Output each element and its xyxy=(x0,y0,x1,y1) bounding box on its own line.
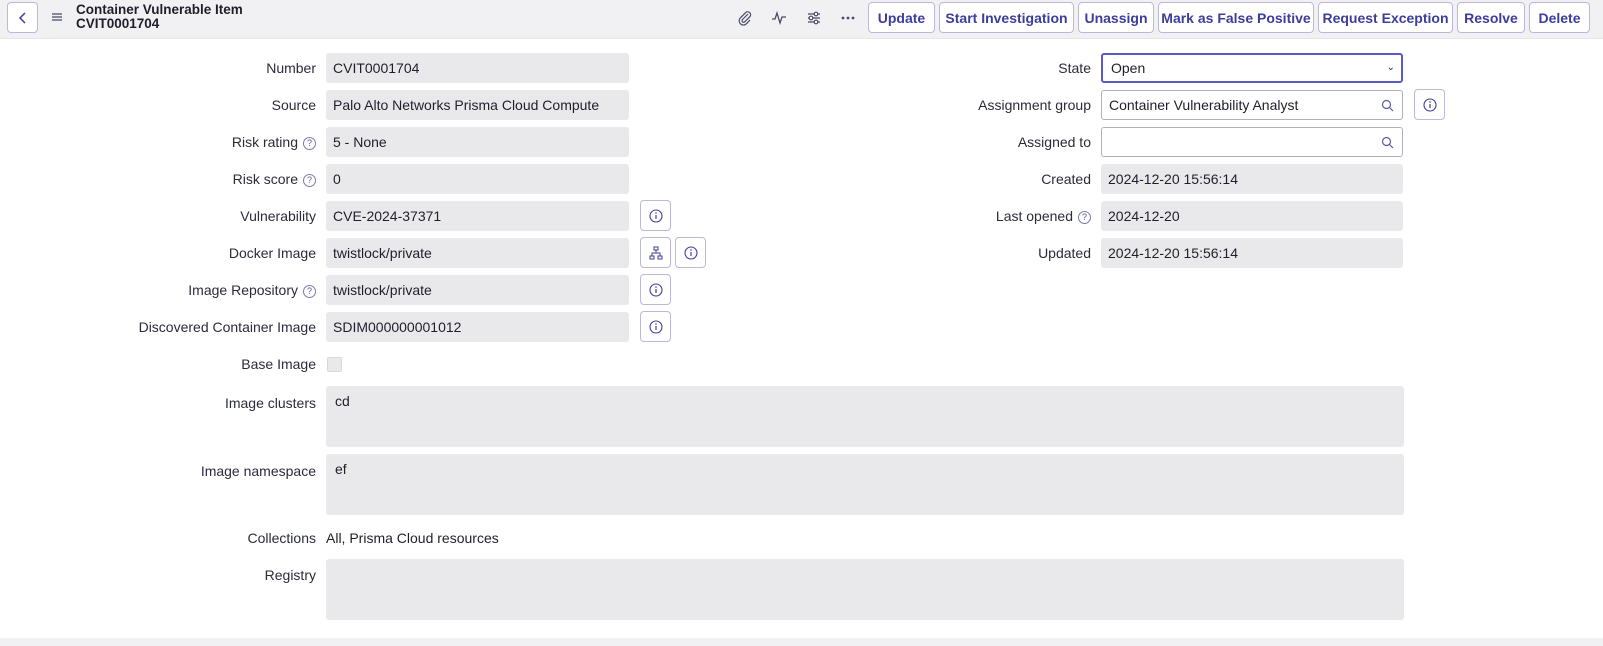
discovered-container-image-field[interactable]: SDIM000000001012 xyxy=(326,312,629,342)
image-repository-field[interactable]: twistlock/private xyxy=(326,275,629,305)
chevron-down-icon: ⌄ xyxy=(1386,62,1395,73)
risk-rating-label: Risk rating? xyxy=(232,134,316,150)
last-opened-field: 2024-12-20 xyxy=(1101,201,1403,231)
assigned-to-field[interactable] xyxy=(1101,127,1374,157)
created-label: Created xyxy=(1041,171,1091,187)
record-number: CVIT0001704 xyxy=(76,16,160,31)
risk-score-field[interactable]: 0 xyxy=(326,164,629,194)
last-opened-label: Last opened? xyxy=(996,208,1091,224)
paperclip-icon[interactable] xyxy=(736,9,754,27)
search-icon xyxy=(1381,99,1394,111)
activity-icon[interactable] xyxy=(770,9,788,27)
info-icon xyxy=(1422,97,1437,112)
page-title: Container Vulnerable Item xyxy=(76,2,243,17)
image-namespace-field[interactable]: ef xyxy=(326,454,1404,515)
base-image-checkbox[interactable] xyxy=(327,357,342,372)
risk-score-label: Risk score? xyxy=(233,171,316,187)
image-repository-info-button[interactable] xyxy=(640,274,671,305)
image-clusters-field[interactable]: cd xyxy=(326,386,1404,447)
info-icon xyxy=(648,208,663,223)
number-field[interactable]: CVIT0001704 xyxy=(326,53,629,83)
help-icon[interactable]: ? xyxy=(303,285,316,298)
docker-image-info-button[interactable] xyxy=(675,237,706,268)
mark-false-positive-button[interactable]: Mark as False Positive xyxy=(1158,2,1314,33)
collections-value: All, Prisma Cloud resources xyxy=(326,530,499,546)
info-icon xyxy=(683,245,698,260)
back-button[interactable] xyxy=(7,2,38,33)
state-label: State xyxy=(1058,60,1091,76)
resolve-button[interactable]: Resolve xyxy=(1457,2,1525,33)
assignment-group-label: Assignment group xyxy=(978,97,1091,113)
registry-label: Registry xyxy=(264,567,316,583)
delete-button[interactable]: Delete xyxy=(1529,2,1590,33)
source-field[interactable]: Palo Alto Networks Prisma Cloud Compute xyxy=(326,90,629,120)
updated-field: 2024-12-20 15:56:14 xyxy=(1101,238,1403,268)
image-repository-label: Image Repository? xyxy=(188,282,316,298)
help-icon[interactable]: ? xyxy=(303,174,316,187)
assignment-group-field[interactable]: Container Vulnerability Analyst xyxy=(1101,90,1374,120)
search-icon xyxy=(1381,136,1394,148)
assigned-to-label: Assigned to xyxy=(1017,134,1091,150)
docker-image-field[interactable]: twistlock/private xyxy=(326,238,629,268)
created-field: 2024-12-20 15:56:14 xyxy=(1101,164,1403,194)
start-investigation-button[interactable]: Start Investigation xyxy=(939,2,1074,33)
back-icon xyxy=(18,11,26,24)
help-icon[interactable]: ? xyxy=(1078,211,1091,224)
docker-image-label: Docker Image xyxy=(228,245,316,261)
info-icon xyxy=(648,319,663,334)
image-namespace-label: Image namespace xyxy=(200,463,316,479)
vulnerability-label: Vulnerability xyxy=(240,208,316,224)
registry-field[interactable] xyxy=(326,559,1404,620)
discovered-container-image-label: Discovered Container Image xyxy=(138,319,316,335)
sliders-icon[interactable] xyxy=(805,9,823,27)
hierarchy-icon xyxy=(649,246,662,259)
state-value: Open xyxy=(1111,60,1146,76)
collections-label: Collections xyxy=(247,530,316,546)
more-icon[interactable] xyxy=(839,9,857,27)
image-clusters-label: Image clusters xyxy=(224,395,316,411)
vulnerability-info-button[interactable] xyxy=(640,200,671,231)
docker-image-hierarchy-button[interactable] xyxy=(640,237,671,268)
assignment-group-info-button[interactable] xyxy=(1414,89,1445,120)
assigned-to-lookup-button[interactable] xyxy=(1373,127,1403,157)
source-label: Source xyxy=(271,97,316,113)
vulnerability-field[interactable]: CVE-2024-37371 xyxy=(326,201,629,231)
menu-icon[interactable] xyxy=(50,10,64,24)
info-icon xyxy=(648,282,663,297)
help-icon[interactable]: ? xyxy=(303,137,316,150)
form-header: Container Vulnerable Item CVIT0001704 Up… xyxy=(0,0,1603,39)
unassign-button[interactable]: Unassign xyxy=(1078,2,1154,33)
base-image-label: Base Image xyxy=(241,356,316,372)
footer-divider xyxy=(0,638,1603,646)
discovered-container-image-info-button[interactable] xyxy=(640,311,671,342)
number-label: Number xyxy=(266,60,316,76)
updated-label: Updated xyxy=(1038,245,1091,261)
state-select[interactable]: Open ⌄ xyxy=(1101,53,1403,83)
assignment-group-lookup-button[interactable] xyxy=(1373,90,1403,120)
request-exception-button[interactable]: Request Exception xyxy=(1318,2,1453,33)
risk-rating-field[interactable]: 5 - None xyxy=(326,127,629,157)
record-title: Container Vulnerable Item CVIT0001704 xyxy=(76,3,243,31)
update-button[interactable]: Update xyxy=(868,2,935,33)
